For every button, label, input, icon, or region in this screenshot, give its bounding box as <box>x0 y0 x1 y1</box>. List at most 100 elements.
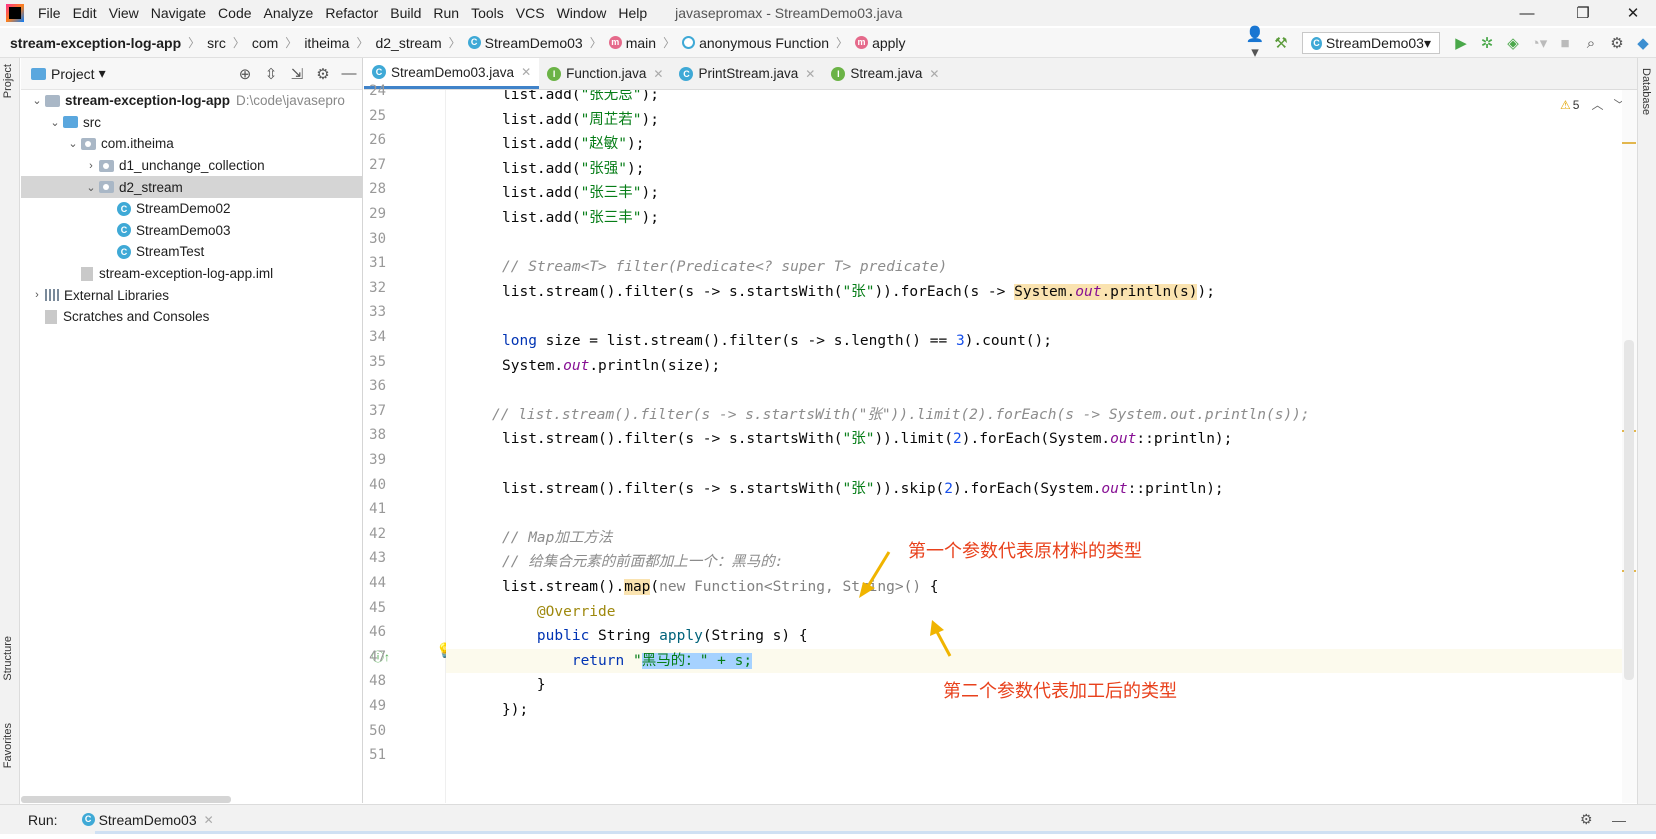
editor-scrollbar[interactable] <box>1622 90 1637 803</box>
menu-vcs[interactable]: VCS <box>510 0 551 26</box>
code-line[interactable]: list.add("张三丰"); <box>446 206 659 231</box>
breadcrumb-method-main[interactable]: m main <box>605 35 660 51</box>
horizontal-scrollbar[interactable] <box>21 796 231 803</box>
close-icon[interactable]: ✕ <box>521 65 531 79</box>
close-icon[interactable]: ✕ <box>204 813 214 827</box>
code-line[interactable]: return "黑马的：" + s; <box>446 648 1622 674</box>
close-icon[interactable]: ✕ <box>653 67 663 81</box>
close-icon[interactable]: ✕ <box>805 67 815 81</box>
code-line[interactable]: } <box>446 673 546 698</box>
warnings-indicator[interactable]: ⚠ 5 ︿ ﹀ <box>1560 96 1625 113</box>
tab-streamdemo03[interactable]: C StreamDemo03.java ✕ <box>364 58 540 89</box>
menu-code[interactable]: Code <box>212 0 257 26</box>
code-line[interactable]: }); <box>446 698 528 723</box>
menu-view[interactable]: View <box>103 0 145 26</box>
build-hammer-icon[interactable]: ⚒ <box>1268 34 1294 52</box>
chevron-right-icon[interactable]: › <box>29 289 45 301</box>
chevron-right-icon[interactable]: › <box>83 160 99 172</box>
chevron-down-icon[interactable]: ⌄ <box>83 181 99 194</box>
breadcrumb-method-apply[interactable]: m apply <box>851 35 909 51</box>
tree-item[interactable]: C StreamDemo03 <box>21 220 362 242</box>
tree-item[interactable]: Scratches and Consoles <box>21 306 362 328</box>
scroll-thumb[interactable] <box>1624 340 1634 680</box>
run-icon[interactable]: ▶ <box>1448 34 1474 52</box>
chevron-down-icon[interactable]: ▾ <box>99 65 106 82</box>
menu-window[interactable]: Window <box>551 0 613 26</box>
previous-highlight-icon[interactable]: ︿ <box>1591 96 1603 113</box>
line-number-gutter[interactable]: ⓘ↑ 💡 24 25 26 27 28 29 30 31 32 33 34 35 36 37 38 39 40 4… <box>364 83 453 803</box>
code-line[interactable]: public String apply(String s) { <box>446 624 808 649</box>
tree-item[interactable]: stream-exception-log-app.iml <box>21 263 362 285</box>
code-line[interactable]: System.out.println(size); <box>446 354 720 379</box>
gear-icon[interactable]: ⚙ <box>1604 34 1630 52</box>
close-icon[interactable]: ✕ <box>929 67 939 81</box>
project-tool-button[interactable]: Project <box>2 64 14 98</box>
code-line[interactable]: // list.stream().filter(s -> s.startsWit… <box>446 403 1310 428</box>
code-line[interactable]: // Map加工方法 <box>446 526 612 551</box>
close-window-button[interactable]: ✕ <box>1610 0 1656 26</box>
minimize-button[interactable]: — <box>1504 0 1550 26</box>
chevron-down-icon[interactable]: ⌄ <box>29 94 45 107</box>
menu-refactor[interactable]: Refactor <box>319 0 384 26</box>
stop-icon[interactable]: ■ <box>1552 35 1578 52</box>
hide-icon[interactable]: — <box>1612 812 1626 828</box>
favorites-tool-button[interactable]: Favorites <box>2 723 14 768</box>
coverage-icon[interactable]: ◈ <box>1500 34 1526 52</box>
chevron-down-icon[interactable]: ⌄ <box>65 137 81 150</box>
search-icon[interactable]: ⌕ <box>1578 35 1604 52</box>
menu-analyze[interactable]: Analyze <box>258 0 320 26</box>
plugin-icon[interactable]: ◆ <box>1630 34 1656 52</box>
tree-item[interactable]: C StreamDemo02 <box>21 198 362 220</box>
code-line[interactable]: list.add("赵敏"); <box>446 132 645 157</box>
tab-function[interactable]: I Function.java ✕ <box>539 58 671 89</box>
menu-build[interactable]: Build <box>384 0 427 26</box>
code-line[interactable]: long size = list.stream().filter(s -> s.… <box>446 329 1052 354</box>
expand-all-icon[interactable]: ⇳ <box>258 65 284 83</box>
tree-item[interactable]: › d1_unchange_collection <box>21 155 362 177</box>
locate-icon[interactable]: ⊕ <box>232 65 258 83</box>
gear-icon[interactable]: ⚙ <box>1580 811 1593 828</box>
breadcrumb-itheima[interactable]: itheima <box>300 35 353 51</box>
menu-file[interactable]: File <box>32 0 67 26</box>
menu-navigate[interactable]: Navigate <box>145 0 212 26</box>
code-line[interactable]: list.stream().filter(s -> s.startsWith("… <box>446 280 1215 305</box>
tab-stream[interactable]: I Stream.java ✕ <box>823 58 947 89</box>
run-tab-streamdemo03[interactable]: C StreamDemo03 ✕ <box>81 812 214 828</box>
tab-printstream[interactable]: C PrintStream.java ✕ <box>671 58 823 89</box>
code-line[interactable]: list.add("周芷若"); <box>446 108 659 133</box>
database-tool-button[interactable]: Database <box>1640 68 1652 115</box>
tree-item[interactable]: ⌄ com.itheima <box>21 133 362 155</box>
tree-item[interactable]: C StreamTest <box>21 241 362 263</box>
chevron-down-icon[interactable]: ⌄ <box>47 116 63 129</box>
project-view-select[interactable]: Project <box>51 66 95 82</box>
code-line[interactable]: list.add("张无忌"); <box>446 90 659 108</box>
breadcrumb-class[interactable]: C StreamDemo03 <box>464 35 587 51</box>
breadcrumb-d2-stream[interactable]: d2_stream <box>371 35 445 51</box>
menu-help[interactable]: Help <box>612 0 653 26</box>
code-line[interactable]: @Override <box>446 600 616 625</box>
menu-tools[interactable]: Tools <box>465 0 510 26</box>
warning-marker[interactable] <box>1622 142 1636 144</box>
gear-icon[interactable]: ⚙ <box>310 65 336 83</box>
structure-tool-button[interactable]: Structure <box>2 636 14 681</box>
breadcrumb-project[interactable]: stream-exception-log-app <box>0 35 185 51</box>
debug-icon[interactable]: ✲ <box>1474 34 1500 52</box>
menu-edit[interactable]: Edit <box>67 0 103 26</box>
tree-item[interactable]: ⌄ d2_stream <box>21 176 362 198</box>
run-configuration-select[interactable]: C StreamDemo03 ▾ <box>1302 32 1440 54</box>
code-line[interactable]: list.add("张三丰"); <box>446 181 659 206</box>
code-line[interactable]: list.stream().filter(s -> s.startsWith("… <box>446 477 1224 502</box>
hide-icon[interactable]: — <box>336 65 362 83</box>
user-icon[interactable]: 👤▾ <box>1242 25 1268 61</box>
code-line[interactable]: // Stream<T> filter(Predicate<? super T>… <box>446 255 947 280</box>
collapse-all-icon[interactable]: ⇲ <box>284 65 310 83</box>
breadcrumb-com[interactable]: com <box>248 35 282 51</box>
code-line[interactable]: // 给集合元素的前面都加上一个：黑马的: <box>446 550 783 575</box>
profile-icon[interactable]: ◔▾ <box>1526 34 1552 52</box>
breadcrumb-anonymous[interactable]: anonymous Function <box>678 35 833 51</box>
breadcrumb-src[interactable]: src <box>203 35 230 51</box>
tree-item[interactable]: ⌄ src <box>21 112 362 134</box>
tree-item[interactable]: › External Libraries <box>21 284 362 306</box>
restore-button[interactable]: ❐ <box>1560 0 1606 26</box>
code-line[interactable]: list.add("张强"); <box>446 157 645 182</box>
